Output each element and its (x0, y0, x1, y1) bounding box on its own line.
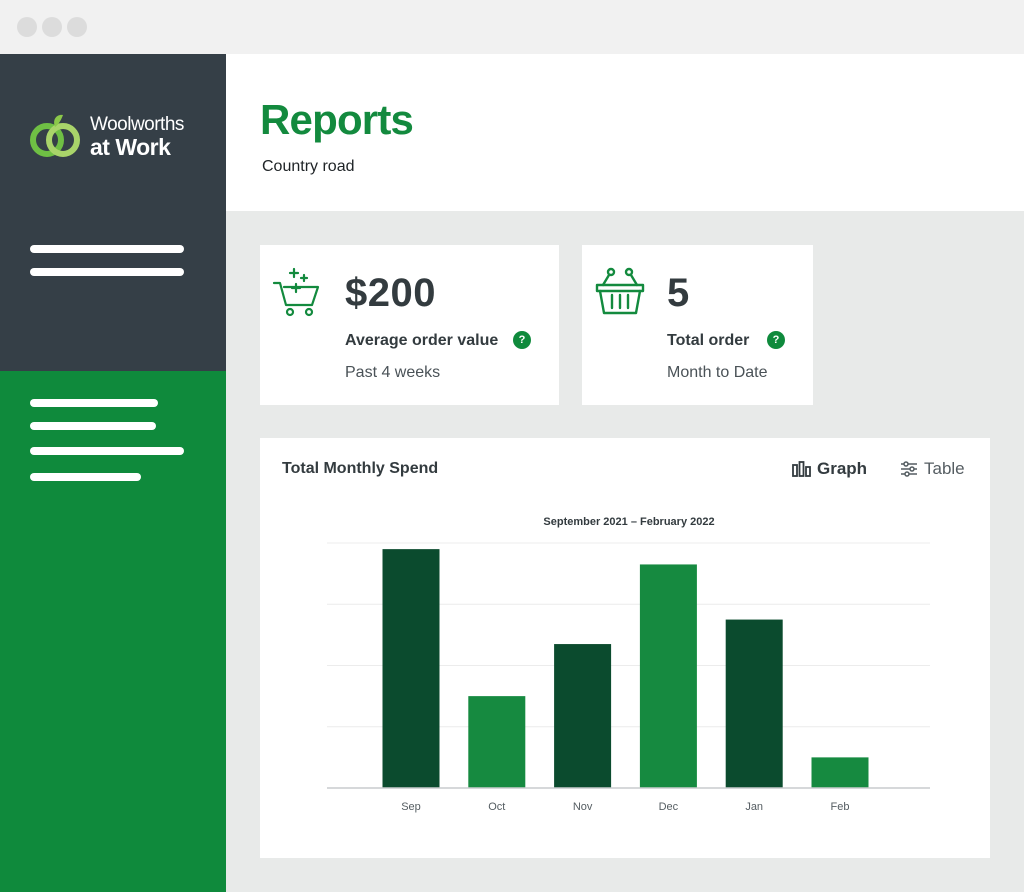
stat-value: 5 (667, 271, 690, 315)
page-title: Reports (260, 96, 414, 143)
sidebar-item-5[interactable] (30, 447, 184, 455)
stat-period: Month to Date (667, 364, 768, 381)
cart-plus-icon (272, 267, 320, 317)
monthly-spend-chart: September 2021 – February 2022 Sep Oct Nov D… (327, 516, 930, 813)
woolworths-logo-icon (30, 114, 80, 157)
sidebar-header (0, 54, 226, 371)
brand-logo[interactable]: Woolworths at Work (30, 113, 190, 161)
main-content: Reports Country road $200 Average order … (226, 54, 1024, 892)
x-tick-label: Oct (488, 801, 505, 813)
stat-card-average-order: $200 Average order value ? Past 4 weeks (260, 245, 559, 405)
stat-card-total-order: 5 Total order ? Month to Date (582, 245, 813, 405)
stat-value: $200 (345, 271, 436, 315)
bar-oct (468, 696, 526, 788)
stat-label: Total order (667, 332, 750, 349)
brand-line2: at Work (90, 134, 171, 160)
bar-sep (382, 549, 440, 788)
help-icon[interactable]: ? (767, 331, 785, 349)
x-tick-label: Feb (831, 801, 850, 813)
x-tick-label: Nov (573, 801, 593, 813)
window-titlebar (0, 0, 1024, 54)
stat-period: Past 4 weeks (345, 364, 441, 381)
x-tick-label: Sep (401, 801, 421, 813)
basket-icon (595, 267, 645, 315)
bar-dec (639, 564, 697, 788)
sidebar-item-6[interactable] (30, 473, 141, 481)
x-tick-label: Dec (659, 801, 679, 813)
help-icon[interactable]: ? (513, 331, 531, 349)
x-tick-label: Jan (745, 801, 763, 813)
sidebar-item-3[interactable] (30, 399, 158, 407)
stat-label: Average order value (345, 332, 499, 349)
brand-wordmark: Woolworths at Work (90, 115, 184, 159)
chart-panel: Total Monthly Spend Graph Table Septembe… (260, 438, 990, 858)
sidebar-item-1[interactable] (30, 245, 184, 253)
window-maximize-button[interactable] (67, 17, 87, 37)
bar-jan (725, 619, 783, 788)
window-minimize-button[interactable] (42, 17, 62, 37)
chart-date-range: September 2021 – February 2022 (543, 516, 714, 528)
page-header: Reports Country road (226, 54, 1024, 211)
window-close-button[interactable] (17, 17, 37, 37)
sidebar-item-4[interactable] (30, 422, 156, 430)
bar-feb (811, 757, 869, 788)
brand-line1: Woolworths (90, 114, 184, 135)
page-subtitle: Country road (262, 158, 355, 175)
bar-nov (554, 644, 612, 788)
sidebar-item-2[interactable] (30, 268, 184, 276)
